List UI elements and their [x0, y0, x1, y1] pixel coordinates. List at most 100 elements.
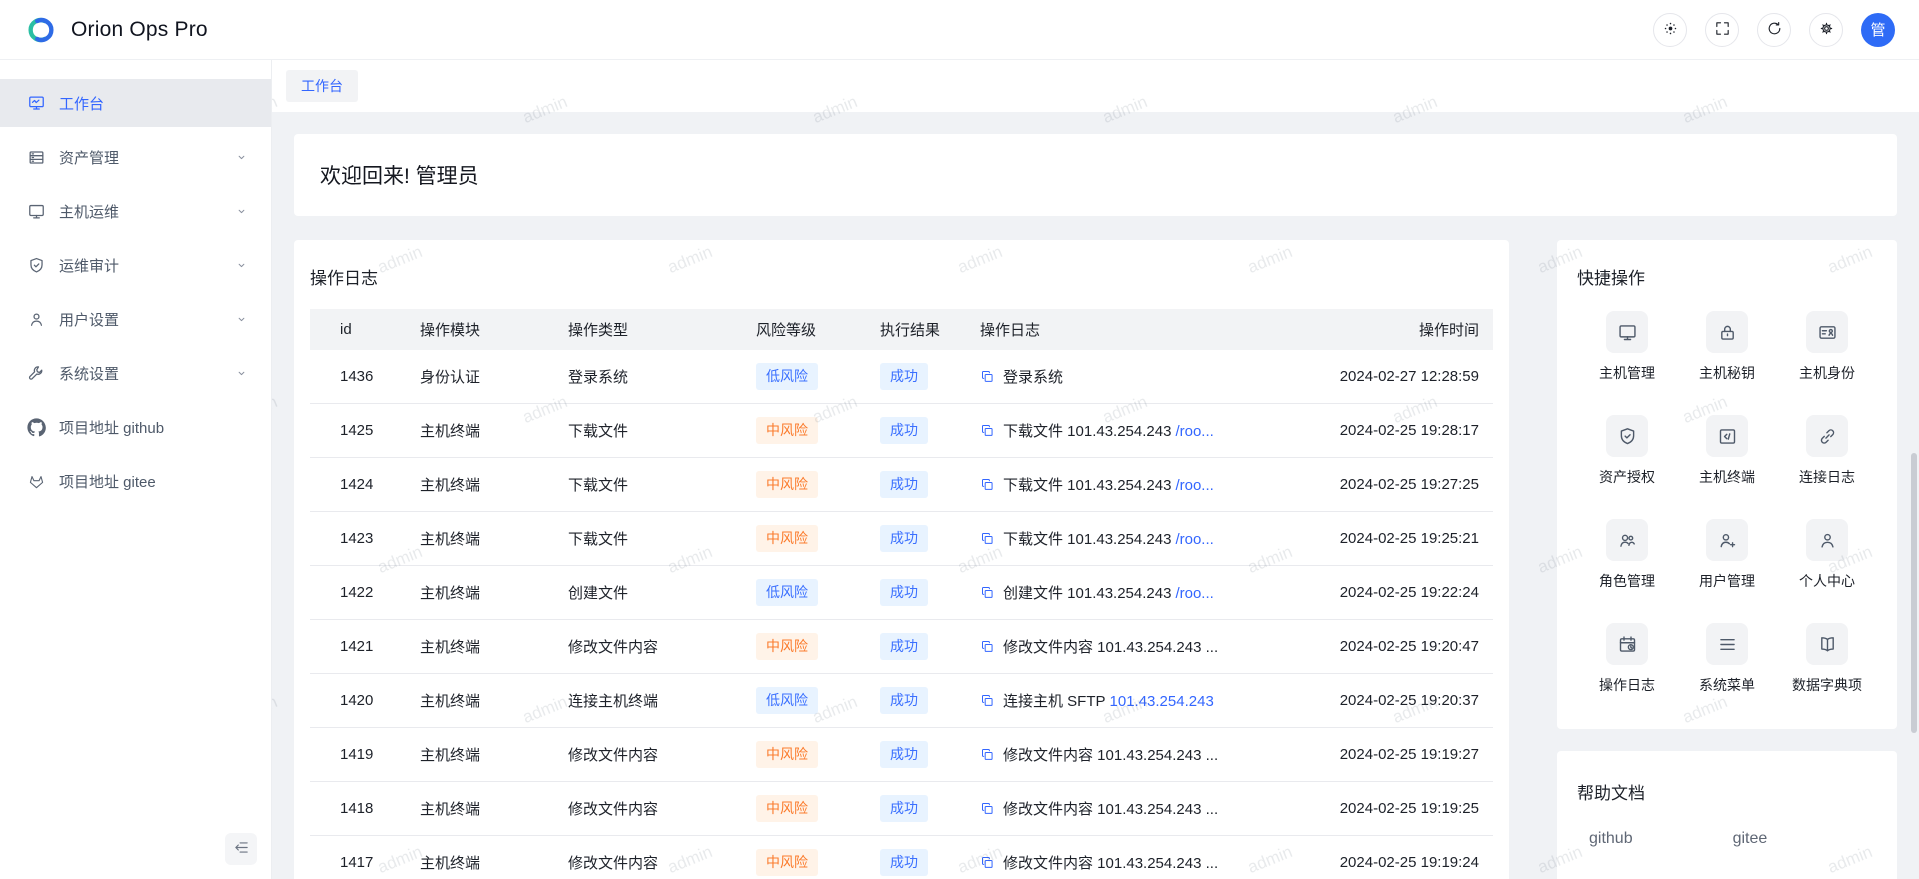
asset-icon [27, 148, 46, 167]
app-title: Orion Ops Pro [71, 18, 208, 42]
result-badge: 成功 [880, 687, 928, 713]
quick-action-personal-center[interactable]: 个人中心 [1777, 519, 1877, 591]
result-badge: 成功 [880, 741, 928, 767]
avatar[interactable]: 管 [1861, 13, 1895, 47]
cell-result: 成功 [880, 512, 980, 566]
table-row: 1419 主机终端 修改文件内容 中风险 成功 修改文件内容 101.43.25… [310, 728, 1493, 782]
sidebar-item-user-settings[interactable]: 用户设置 [0, 295, 271, 343]
settings-button[interactable] [1809, 13, 1843, 47]
cell-result: 成功 [880, 782, 980, 836]
help-link-github[interactable]: github [1589, 830, 1633, 848]
log-link[interactable]: /roo... [1175, 531, 1213, 548]
risk-badge: 中风险 [756, 525, 818, 551]
quick-action-user-manage[interactable]: 用户管理 [1677, 519, 1777, 591]
quick-action-host-terminal[interactable]: 主机终端 [1677, 415, 1777, 487]
cell-module: 主机终端 [420, 836, 568, 879]
user-icon [1806, 519, 1848, 561]
copy-icon[interactable] [980, 639, 995, 654]
dashboard-icon [27, 94, 46, 113]
cell-time: 2024-02-25 19:19:25 [1323, 782, 1493, 836]
scrollbar-thumb[interactable] [1911, 453, 1917, 733]
fullscreen-button[interactable] [1705, 13, 1739, 47]
sidebar-collapse-button[interactable] [225, 833, 257, 865]
breadcrumb-tab-workbench[interactable]: 工作台 [286, 70, 358, 102]
sidebar-item-assets[interactable]: 资产管理 [0, 133, 271, 181]
cell-id: 1418 [310, 782, 420, 836]
table-row: 1417 主机终端 修改文件内容 中风险 成功 修改文件内容 101.43.25… [310, 836, 1493, 879]
quick-action-host-key[interactable]: 主机秘钥 [1677, 311, 1777, 383]
quick-action-host-manage[interactable]: 主机管理 [1577, 311, 1677, 383]
table-row: 1422 主机终端 创建文件 低风险 成功 创建文件 101.43.254.24… [310, 566, 1493, 620]
help-docs-title: 帮助文档 [1577, 779, 1877, 804]
cell-type: 创建文件 [568, 566, 756, 620]
quick-action-role-manage[interactable]: 角色管理 [1577, 519, 1677, 591]
sidebar-item-workbench[interactable]: 工作台 [0, 79, 271, 127]
quick-action-system-menu[interactable]: 系统菜单 [1677, 623, 1777, 695]
gitee-icon [27, 472, 46, 491]
cell-type: 下载文件 [568, 458, 756, 512]
cell-time: 2024-02-25 19:28:17 [1323, 404, 1493, 458]
sidebar-item-label: 主机运维 [59, 201, 234, 222]
quick-action-label: 主机秘钥 [1699, 363, 1755, 383]
log-text: 修改文件内容 101.43.254.243 ... [1003, 801, 1218, 818]
cell-type: 下载文件 [568, 404, 756, 458]
copy-icon[interactable] [980, 423, 995, 438]
chevron-down-icon [234, 258, 249, 273]
quick-action-label: 系统菜单 [1699, 675, 1755, 695]
app-shell: 工作台 资产管理 主机运维 运维审计 用户设置 系统设置 项目地址 github… [0, 60, 1919, 879]
quick-action-label: 用户管理 [1699, 571, 1755, 591]
cell-risk: 中风险 [756, 728, 880, 782]
copy-icon[interactable] [980, 477, 995, 492]
sidebar-item-ops-audit[interactable]: 运维审计 [0, 241, 271, 289]
quick-action-host-identity[interactable]: 主机身份 [1777, 311, 1877, 383]
log-link[interactable]: /roo... [1175, 423, 1213, 440]
help-link-gitee[interactable]: gitee [1733, 830, 1768, 848]
log-link[interactable]: 101.43.254.243 [1110, 693, 1214, 710]
content-columns: 操作日志 id操作模块操作类型风险等级执行结果操作日志操作时间 1436 身份认… [294, 240, 1897, 879]
cell-type: 修改文件内容 [568, 728, 756, 782]
cell-result: 成功 [880, 566, 980, 620]
result-badge: 成功 [880, 525, 928, 551]
sidebar-nav: 工作台 资产管理 主机运维 运维审计 用户设置 系统设置 项目地址 github… [0, 79, 271, 505]
cell-risk: 低风险 [756, 566, 880, 620]
refresh-icon [1766, 20, 1783, 40]
cell-log: 修改文件内容 101.43.254.243 ... [980, 728, 1323, 782]
log-link[interactable]: /roo... [1175, 585, 1213, 602]
lock-icon [1706, 311, 1748, 353]
cell-result: 成功 [880, 350, 980, 404]
log-link[interactable]: /roo... [1175, 477, 1213, 494]
chevron-down-icon [234, 150, 249, 165]
theme-toggle-button[interactable] [1653, 13, 1687, 47]
copy-icon[interactable] [980, 801, 995, 816]
cell-module: 主机终端 [420, 458, 568, 512]
cell-risk: 中风险 [756, 404, 880, 458]
refresh-button[interactable] [1757, 13, 1791, 47]
cell-result: 成功 [880, 620, 980, 674]
settings-gear-icon [1818, 20, 1835, 40]
quick-action-label: 连接日志 [1799, 467, 1855, 487]
sidebar-item-system-settings[interactable]: 系统设置 [0, 349, 271, 397]
quick-action-asset-auth[interactable]: 资产授权 [1577, 415, 1677, 487]
sidebar-item-label: 工作台 [59, 93, 249, 114]
cell-id: 1419 [310, 728, 420, 782]
content-area: 欢迎回来! 管理员 操作日志 id操作模块操作类型风险等级执行结果操作日志操作时… [272, 112, 1919, 879]
copy-icon[interactable] [980, 693, 995, 708]
welcome-card: 欢迎回来! 管理员 [294, 134, 1897, 216]
quick-action-connect-log[interactable]: 连接日志 [1777, 415, 1877, 487]
terminal-icon [1706, 415, 1748, 457]
sidebar-item-host-ops[interactable]: 主机运维 [0, 187, 271, 235]
cell-log: 下载文件 101.43.254.243/roo... [980, 512, 1323, 566]
copy-icon[interactable] [980, 855, 995, 870]
copy-icon[interactable] [980, 531, 995, 546]
quick-action-label: 主机终端 [1699, 467, 1755, 487]
sidebar-item-github[interactable]: 项目地址 github [0, 403, 271, 451]
cell-time: 2024-02-25 19:25:21 [1323, 512, 1493, 566]
chevron-down-icon [234, 312, 249, 327]
quick-action-operation-log[interactable]: 操作日志 [1577, 623, 1677, 695]
copy-icon[interactable] [980, 585, 995, 600]
sidebar-item-gitee[interactable]: 项目地址 gitee [0, 457, 271, 505]
column-header: 操作日志 [980, 309, 1323, 350]
copy-icon[interactable] [980, 369, 995, 384]
quick-action-data-dict[interactable]: 数据字典项 [1777, 623, 1877, 695]
copy-icon[interactable] [980, 747, 995, 762]
